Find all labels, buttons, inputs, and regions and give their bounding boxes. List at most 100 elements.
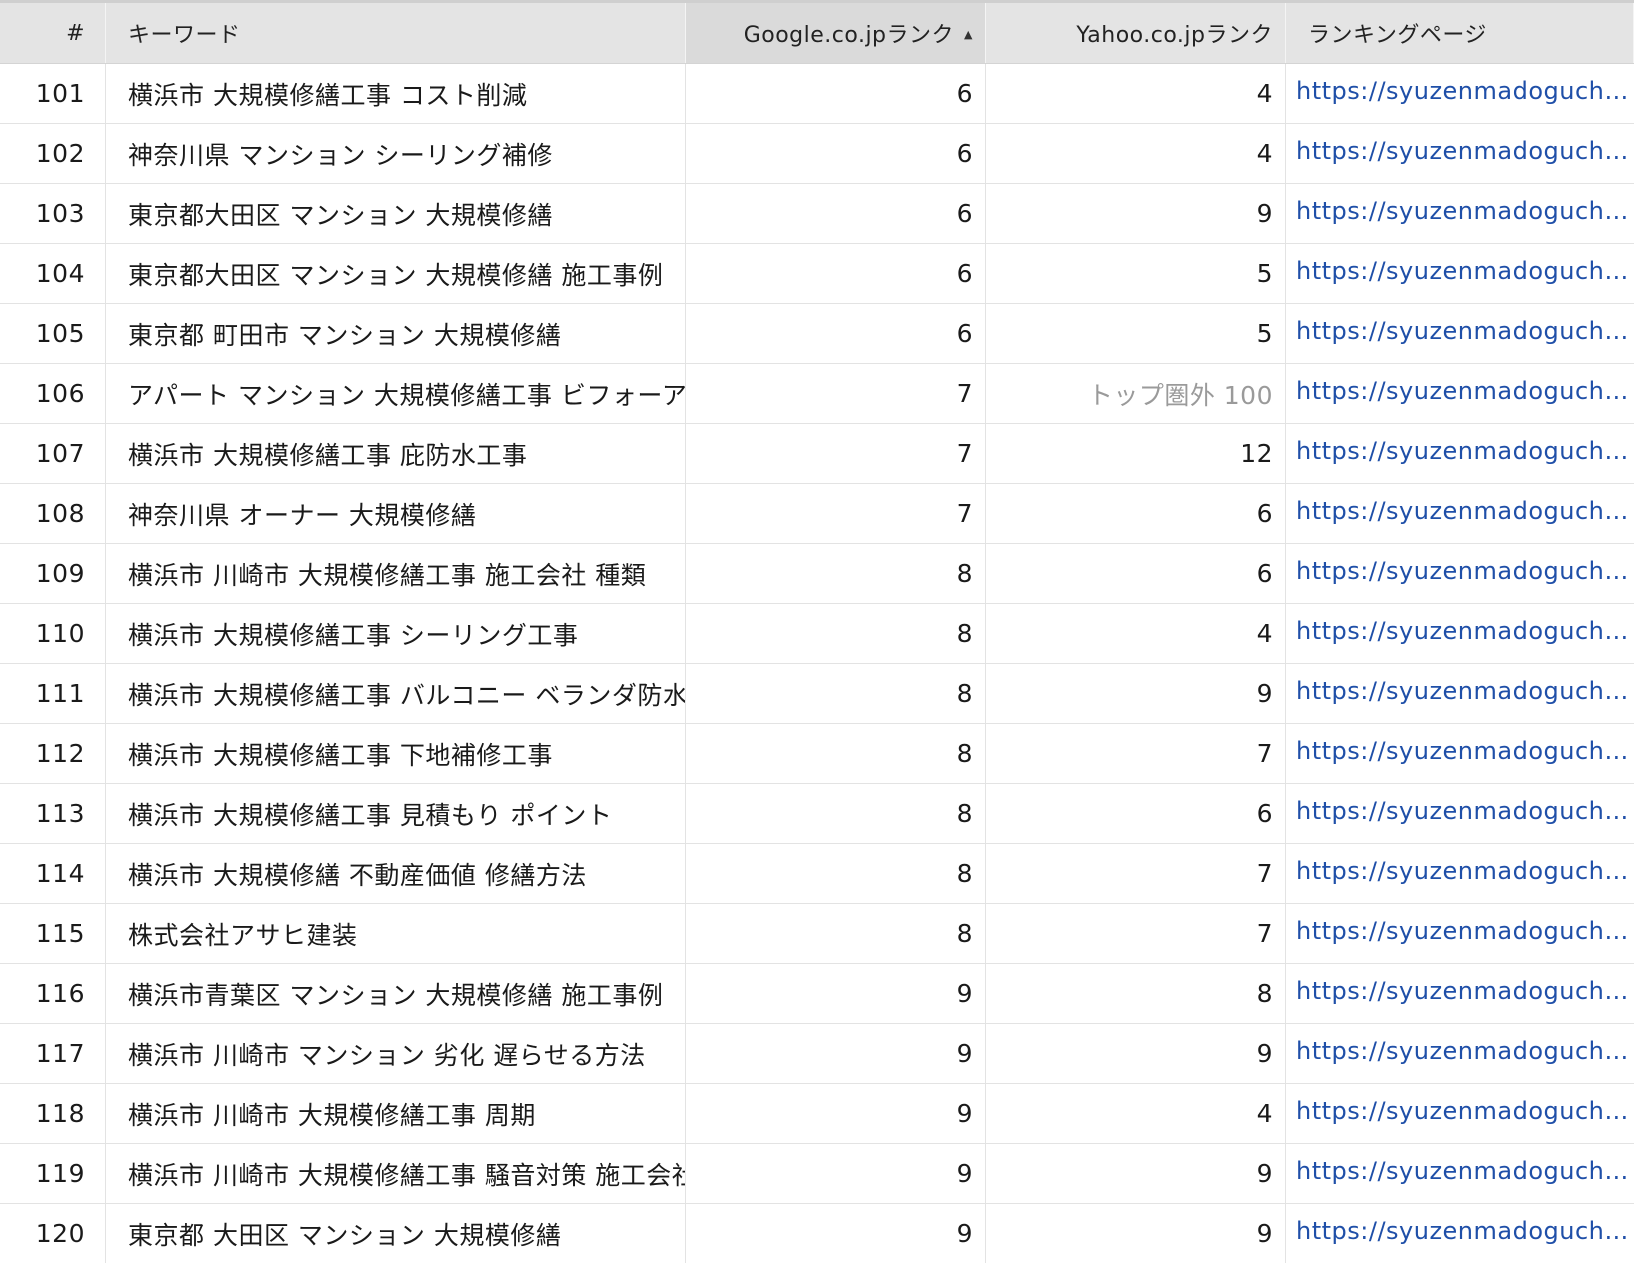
keyword-text: 横浜市 大規模修繕工事 見積もり ポイント <box>128 800 613 830</box>
column-header-keyword-label: キーワード <box>128 23 241 48</box>
column-header-keyword[interactable]: キーワード <box>106 3 686 63</box>
google-rank-cell: 6 <box>686 124 986 183</box>
keyword-cell: 横浜市 川崎市 大規模修繕工事 施工会社 種類 <box>106 544 686 603</box>
ranking-page-link[interactable]: https://syuzenmadoguchi.... <box>1296 317 1634 345</box>
table-row[interactable]: 117 横浜市 川崎市 マンション 劣化 遅らせる方法 9 9 https://syuz… <box>0 1024 1634 1084</box>
row-number: 116 <box>0 964 106 1023</box>
table-row[interactable]: 120 東京都 大田区 マンション 大規模修繕 9 9 https://syuzenma… <box>0 1204 1634 1263</box>
table-row[interactable]: 109 横浜市 川崎市 大規模修繕工事 施工会社 種類 8 6 https://syuz… <box>0 544 1634 604</box>
keyword-cell: 東京都大田区 マンション 大規模修繕 施工事例 <box>106 244 686 303</box>
ranking-page-link[interactable]: https://syuzenmadoguchi.... <box>1296 1217 1634 1245</box>
row-number: 115 <box>0 904 106 963</box>
keyword-text: 横浜市 大規模修繕工事 バルコニー ベランダ防水工事 <box>128 680 685 710</box>
table-row[interactable]: 105 東京都 町田市 マンション 大規模修繕 6 5 https://syuzenma… <box>0 304 1634 364</box>
yahoo-rank-cell: 9 <box>986 1204 1286 1263</box>
row-number: 112 <box>0 724 106 783</box>
keyword-text: 東京都大田区 マンション 大規模修繕 施工事例 <box>128 260 664 290</box>
column-header-google-rank-label: Google.co.jpランク <box>743 23 955 48</box>
google-rank-cell: 8 <box>686 604 986 663</box>
table-row[interactable]: 106 アパート マンション 大規模修繕工事 ビフォーアフター7トップ圏外 100… <box>0 364 1634 424</box>
row-number: 111 <box>0 664 106 723</box>
ranking-table: # キーワード Google.co.jpランク ▲ Yahoo.co.jpランク… <box>0 0 1634 1263</box>
ranking-page-link[interactable]: https://syuzenmadoguchi.... <box>1296 257 1634 285</box>
table-row[interactable]: 111 横浜市 大規模修繕工事 バルコニー ベランダ防水工事 8 9 https://s… <box>0 664 1634 724</box>
column-header-number[interactable]: # <box>0 3 106 63</box>
column-header-google-rank[interactable]: Google.co.jpランク ▲ <box>686 3 986 63</box>
google-rank-cell: 9 <box>686 1024 986 1083</box>
google-rank-cell: 6 <box>686 304 986 363</box>
table-row[interactable]: 116 横浜市青葉区 マンション 大規模修繕 施工事例 9 8 https://syuz… <box>0 964 1634 1024</box>
ranking-page-link[interactable]: https://syuzenmadoguchi.... <box>1296 677 1634 705</box>
yahoo-rank-cell: 4 <box>986 64 1286 123</box>
ranking-page-link[interactable]: https://syuzenmadoguchi.... <box>1296 617 1634 645</box>
yahoo-rank-cell: 6 <box>986 784 1286 843</box>
keyword-text: 東京都大田区 マンション 大規模修繕 <box>128 200 553 230</box>
yahoo-rank-cell: 4 <box>986 124 1286 183</box>
yahoo-rank-cell: 7 <box>986 724 1286 783</box>
ranking-page-link[interactable]: https://syuzenmadoguchi.... <box>1296 377 1634 405</box>
keyword-cell: 東京都 大田区 マンション 大規模修繕 <box>106 1204 686 1263</box>
keyword-cell: 横浜市青葉区 マンション 大規模修繕 施工事例 <box>106 964 686 1023</box>
ranking-page-link[interactable]: https://syuzenmadoguchi.... <box>1296 1037 1634 1065</box>
table-row[interactable]: 110 横浜市 大規模修繕工事 シーリング工事 8 4 https://syuzenma… <box>0 604 1634 664</box>
keyword-text: アパート マンション 大規模修繕工事 ビフォーアフター <box>128 380 685 410</box>
keyword-text: 横浜市 大規模修繕 不動産価値 修繕方法 <box>128 860 587 890</box>
table-row[interactable]: 103 東京都大田区 マンション 大規模修繕 6 9 https://syuzenmad… <box>0 184 1634 244</box>
ranking-page-link[interactable]: https://syuzenmadoguchi.... <box>1296 437 1634 465</box>
keyword-text: 東京都 町田市 マンション 大規模修繕 <box>128 320 562 350</box>
column-header-yahoo-rank-label: Yahoo.co.jpランク <box>1076 23 1273 48</box>
row-number: 106 <box>0 364 106 423</box>
google-rank-cell: 7 <box>686 484 986 543</box>
ranking-page-link[interactable]: https://syuzenmadoguchi.... <box>1296 557 1634 585</box>
row-number: 113 <box>0 784 106 843</box>
yahoo-rank-cell: 9 <box>986 664 1286 723</box>
ranking-page-link[interactable]: https://syuzenmadoguchi.... <box>1296 1157 1634 1185</box>
ranking-page-link[interactable]: https://syuzenmadoguchi.... <box>1296 137 1634 165</box>
keyword-text: 横浜市 大規模修繕工事 庇防水工事 <box>128 440 528 470</box>
column-header-yahoo-rank[interactable]: Yahoo.co.jpランク <box>986 3 1286 63</box>
keyword-cell: 東京都大田区 マンション 大規模修繕 <box>106 184 686 243</box>
sort-ascending-icon: ▲ <box>964 27 973 41</box>
table-row[interactable]: 104 東京都大田区 マンション 大規模修繕 施工事例 6 5 https://syuz… <box>0 244 1634 304</box>
row-number: 103 <box>0 184 106 243</box>
table-row[interactable]: 107 横浜市 大規模修繕工事 庇防水工事 7 12 https://syuzenmad… <box>0 424 1634 484</box>
google-rank-cell: 8 <box>686 724 986 783</box>
ranking-page-link[interactable]: https://syuzenmadoguchi.... <box>1296 77 1634 105</box>
ranking-page-cell: https://syuzenmadoguchi.... <box>1286 784 1634 843</box>
ranking-page-link[interactable]: https://syuzenmadoguchi.... <box>1296 977 1634 1005</box>
table-row[interactable]: 102 神奈川県 マンション シーリング補修 6 4 https://syuzenmad… <box>0 124 1634 184</box>
table-row[interactable]: 114 横浜市 大規模修繕 不動産価値 修繕方法 8 7 https://syuzenm… <box>0 844 1634 904</box>
column-header-ranking-page[interactable]: ランキングページ <box>1286 3 1634 63</box>
row-number: 107 <box>0 424 106 483</box>
keyword-cell: 横浜市 川崎市 大規模修繕工事 騒音対策 施工会社 <box>106 1144 686 1203</box>
ranking-page-link[interactable]: https://syuzenmadoguchi.... <box>1296 1097 1634 1125</box>
ranking-page-cell: https://syuzenmadoguchi.... <box>1286 1024 1634 1083</box>
keyword-text: 神奈川県 マンション シーリング補修 <box>128 140 553 170</box>
table-row[interactable]: 119 横浜市 川崎市 大規模修繕工事 騒音対策 施工会社 9 9 https://sy… <box>0 1144 1634 1204</box>
ranking-page-cell: https://syuzenmadoguchi.... <box>1286 904 1634 963</box>
keyword-text: 横浜市 大規模修繕工事 下地補修工事 <box>128 740 553 770</box>
row-number: 108 <box>0 484 106 543</box>
keyword-cell: 横浜市 大規模修繕工事 バルコニー ベランダ防水工事 <box>106 664 686 723</box>
ranking-page-cell: https://syuzenmadoguchi.... <box>1286 484 1634 543</box>
google-rank-cell: 6 <box>686 244 986 303</box>
ranking-page-link[interactable]: https://syuzenmadoguchi.... <box>1296 797 1634 825</box>
table-row[interactable]: 112 横浜市 大規模修繕工事 下地補修工事 8 7 https://syuzenmad… <box>0 724 1634 784</box>
table-row[interactable]: 115 株式会社アサヒ建装 8 7 https://syuzenmadoguchi...… <box>0 904 1634 964</box>
ranking-page-link[interactable]: https://syuzenmadoguchi.... <box>1296 197 1634 225</box>
google-rank-cell: 9 <box>686 1144 986 1203</box>
keyword-text: 横浜市 大規模修繕工事 シーリング工事 <box>128 620 579 650</box>
keyword-text: 神奈川県 オーナー 大規模修繕 <box>128 500 477 530</box>
row-number: 118 <box>0 1084 106 1143</box>
yahoo-rank-cell: 9 <box>986 184 1286 243</box>
table-row[interactable]: 101 横浜市 大規模修繕工事 コスト削減 6 4 https://syuzenmado… <box>0 64 1634 124</box>
table-row[interactable]: 113 横浜市 大規模修繕工事 見積もり ポイント 8 6 https://syuzen… <box>0 784 1634 844</box>
ranking-page-link[interactable]: https://syuzenmadoguchi.... <box>1296 497 1634 525</box>
table-row[interactable]: 118 横浜市 川崎市 大規模修繕工事 周期 9 4 https://syuzenmad… <box>0 1084 1634 1144</box>
ranking-page-link[interactable]: https://syuzenmadoguchi.... <box>1296 737 1634 765</box>
ranking-page-link[interactable]: https://syuzenmadoguchi.... <box>1296 857 1634 885</box>
yahoo-rank-cell: 8 <box>986 964 1286 1023</box>
table-row[interactable]: 108 神奈川県 オーナー 大規模修繕 7 6 https://syuzenmadogu… <box>0 484 1634 544</box>
keyword-cell: アパート マンション 大規模修繕工事 ビフォーアフター <box>106 364 686 423</box>
ranking-page-link[interactable]: https://syuzenmadoguchi.... <box>1296 917 1634 945</box>
